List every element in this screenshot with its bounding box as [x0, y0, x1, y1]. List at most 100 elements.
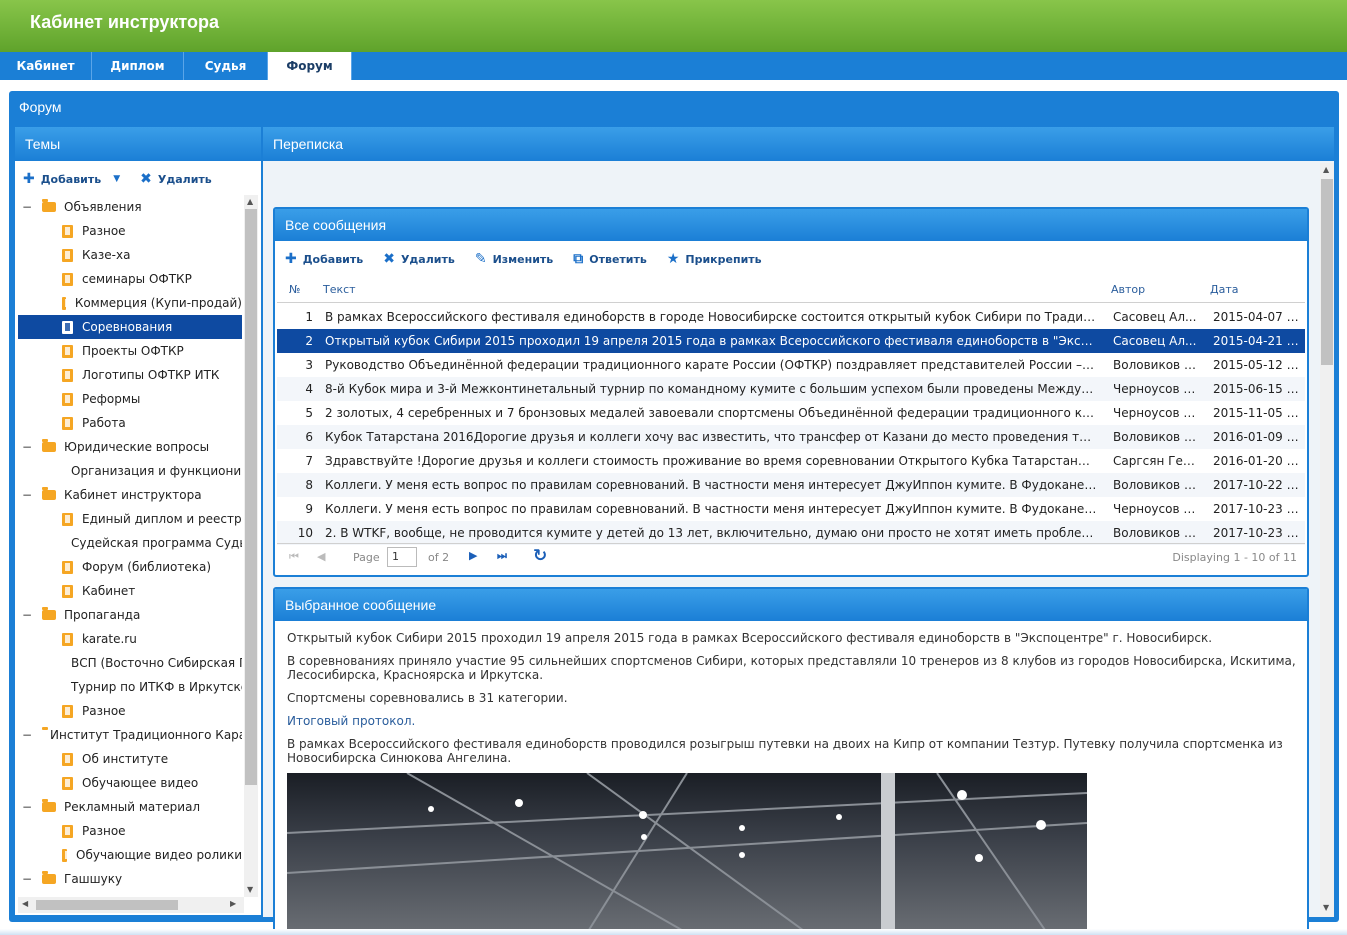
- tree-item[interactable]: Соревнования: [18, 315, 242, 339]
- tree-item[interactable]: Разное: [18, 219, 242, 243]
- tree-item[interactable]: − Гашшуку: [18, 867, 242, 887]
- tree-item[interactable]: − Рекламный материал: [18, 795, 242, 819]
- tree-item[interactable]: − Объявления: [18, 195, 242, 219]
- col-num[interactable]: №: [289, 283, 300, 296]
- delete-topic-button[interactable]: ✖ Удалить: [140, 171, 212, 187]
- tree-item[interactable]: Единый диплом и реестр: [18, 507, 242, 531]
- add-message-button[interactable]: ✚ Добавить: [285, 251, 363, 267]
- protocol-link[interactable]: Итоговый протокол.: [287, 714, 1297, 728]
- cell-author: Черноусов П...: [1113, 502, 1199, 516]
- scroll-up-icon[interactable]: ▲: [1323, 165, 1329, 174]
- cell-num: 5: [305, 406, 313, 420]
- document-icon: [62, 848, 71, 862]
- tree-item[interactable]: семинары ОФТКР: [18, 267, 242, 291]
- collapse-icon[interactable]: −: [22, 867, 32, 887]
- document-icon: [62, 416, 73, 430]
- correspondence-scrollbar[interactable]: ▲ ▼: [1320, 163, 1334, 917]
- collapse-icon[interactable]: −: [22, 603, 32, 627]
- tab-forum[interactable]: Форум: [268, 52, 352, 80]
- refresh-icon[interactable]: ↻: [533, 546, 547, 566]
- tree-item[interactable]: Обучающие видео ролики: [18, 843, 242, 867]
- message-paragraph: В соревнованиях приняло участие 95 сильн…: [287, 654, 1296, 682]
- tree-scrollbar[interactable]: ▲ ▼: [244, 195, 258, 897]
- next-page-icon[interactable]: ▶: [469, 549, 477, 562]
- collapse-icon[interactable]: −: [22, 483, 32, 507]
- table-row[interactable]: 6 Кубок Татарстана 2016Дорогие друзья и к…: [277, 425, 1305, 449]
- tab-diploma[interactable]: Диплом: [92, 52, 184, 80]
- table-row[interactable]: 8 Коллеги. У меня есть вопрос по правилам…: [277, 473, 1305, 497]
- tree-item[interactable]: Турнир по ИТКФ в Иркутске: [18, 675, 242, 699]
- tree-item[interactable]: Проекты ОФТКР: [18, 339, 242, 363]
- tree-item[interactable]: Разное: [18, 699, 242, 723]
- table-row[interactable]: 3 Руководство Объединённой федерации трад…: [277, 353, 1305, 377]
- pin-message-button[interactable]: ★ Прикрепить: [667, 251, 762, 267]
- tab-judge[interactable]: Судья: [184, 52, 268, 80]
- cell-text: Руководство Объединённой федерации тради…: [325, 358, 1097, 372]
- last-page-icon[interactable]: ⏭: [497, 549, 507, 563]
- tree-item[interactable]: − Институт Традиционного Карате: [18, 723, 242, 747]
- col-author[interactable]: Автор: [1111, 283, 1145, 296]
- tree-item[interactable]: Коммерция (Купи-продай): [18, 291, 242, 315]
- tree-item[interactable]: Форум (библиотека): [18, 555, 242, 579]
- tree-item[interactable]: Кабинет: [18, 579, 242, 603]
- cell-date: 2017-10-23 0...: [1213, 526, 1301, 540]
- collapse-icon[interactable]: −: [22, 195, 32, 219]
- collapse-icon[interactable]: −: [22, 795, 32, 819]
- folder-icon: [42, 439, 56, 452]
- scroll-down-icon[interactable]: ▼: [247, 885, 253, 894]
- col-date[interactable]: Дата: [1210, 283, 1238, 296]
- pencil-icon: ✎: [474, 251, 487, 267]
- tree-item[interactable]: Обучающее видео: [18, 771, 242, 795]
- first-page-icon[interactable]: ⏮: [289, 550, 299, 564]
- folder-icon: [42, 487, 56, 500]
- cell-text: В рамках Всероссийского фестиваля единоб…: [325, 310, 1097, 324]
- reply-icon: ⧉: [573, 251, 584, 267]
- tree-item[interactable]: Логотипы ОФТКР ИТК: [18, 363, 242, 387]
- close-icon: ✖: [383, 251, 395, 267]
- tree-item[interactable]: − Пропаганда: [18, 603, 242, 627]
- collapse-icon[interactable]: −: [22, 435, 32, 459]
- tab-cabinet[interactable]: Кабинет: [0, 52, 92, 80]
- tree-item[interactable]: Судейская программа Судья: [18, 531, 242, 555]
- prev-page-icon[interactable]: ◀: [317, 550, 325, 563]
- table-row[interactable]: 4 8-й Кубок мира и 3-й Межконтинетальный …: [277, 377, 1305, 401]
- tree-item[interactable]: karate.ru: [18, 627, 242, 651]
- document-icon: [62, 632, 73, 646]
- cell-author: Воловиков В...: [1113, 430, 1199, 444]
- scroll-up-icon[interactable]: ▲: [247, 197, 253, 206]
- tree-item[interactable]: − Юридические вопросы: [18, 435, 242, 459]
- tree-item[interactable]: Работа: [18, 411, 242, 435]
- cell-author: Сасовец Ал...: [1113, 310, 1197, 324]
- table-row[interactable]: 10 2. В WTKF, вообще, не проводится кумит…: [277, 521, 1305, 545]
- document-icon: [62, 344, 73, 358]
- table-row[interactable]: 9 Коллеги. У меня есть вопрос по правилам…: [277, 497, 1305, 521]
- table-row[interactable]: 5 2 золотых, 4 серебренных и 7 бронзовых …: [277, 401, 1305, 425]
- tree-item[interactable]: Об институте: [18, 747, 242, 771]
- tree-item[interactable]: ВСП (Восточно Сибирская П: [18, 651, 242, 675]
- chevron-down-icon[interactable]: ▼: [113, 174, 120, 184]
- tree-item[interactable]: Разное: [18, 819, 242, 843]
- scroll-left-icon[interactable]: ◀: [22, 899, 28, 908]
- reply-message-button[interactable]: ⧉ Ответить: [573, 251, 647, 267]
- tree-item[interactable]: Реформы: [18, 387, 242, 411]
- page-input[interactable]: 1: [387, 547, 417, 567]
- tree-item[interactable]: Организация и функционирс: [18, 459, 242, 483]
- delete-message-button[interactable]: ✖ Удалить: [383, 251, 455, 267]
- tree-item[interactable]: − Кабинет инструктора: [18, 483, 242, 507]
- scroll-down-icon[interactable]: ▼: [1323, 903, 1329, 912]
- scroll-right-icon[interactable]: ▶: [230, 899, 236, 908]
- table-row[interactable]: 2 Открытый кубок Сибири 2015 проходил 19 …: [277, 329, 1305, 353]
- col-text[interactable]: Текст: [323, 283, 356, 296]
- table-row[interactable]: 7 Здравствуйте !Дорогие друзья и коллеги …: [277, 449, 1305, 473]
- tree-hscrollbar[interactable]: ◀ ▶: [18, 897, 244, 913]
- table-row[interactable]: 1 В рамках Всероссийского фестиваля едино…: [277, 305, 1305, 329]
- tree-item[interactable]: Казе-ха: [18, 243, 242, 267]
- cell-text: 8-й Кубок мира и 3-й Межконтинетальный т…: [325, 382, 1097, 396]
- cell-text: 2 золотых, 4 серебренных и 7 бронзовых м…: [325, 406, 1097, 420]
- collapse-icon[interactable]: −: [22, 723, 32, 747]
- cell-text: Здравствуйте !Дорогие друзья и коллеги с…: [325, 454, 1097, 468]
- add-topic-button[interactable]: ✚ Добавить ▼: [23, 171, 120, 187]
- document-icon: [62, 752, 73, 766]
- edit-message-button[interactable]: ✎ Изменить: [475, 251, 553, 267]
- cell-text: Кубок Татарстана 2016Дорогие друзья и ко…: [325, 430, 1097, 444]
